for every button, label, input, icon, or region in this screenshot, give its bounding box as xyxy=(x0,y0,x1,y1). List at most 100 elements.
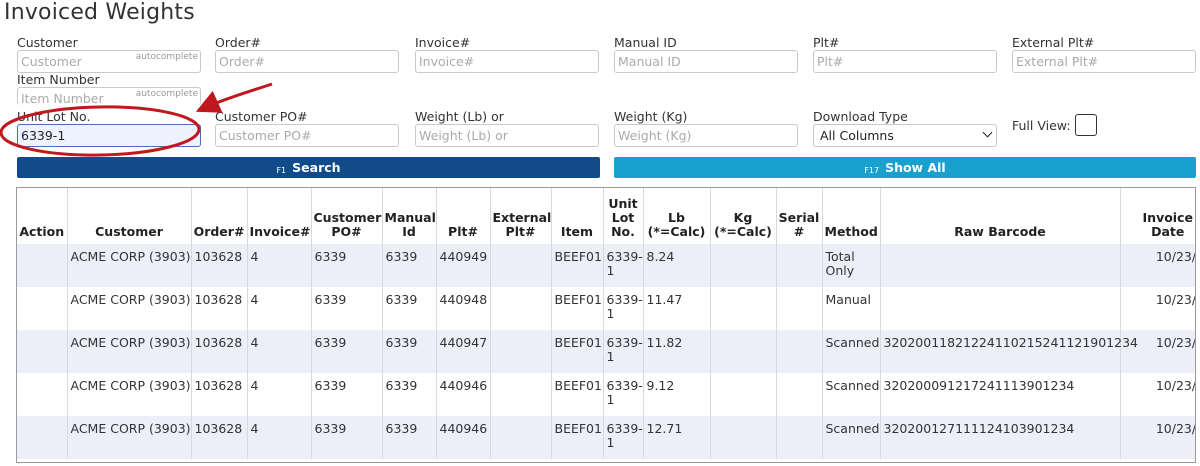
cell-unit-lot: 6339-1 xyxy=(602,287,643,330)
cell-customer: ACME CORP (3903) xyxy=(66,330,191,373)
search-button[interactable]: F1 Search xyxy=(17,157,600,178)
invoice-input[interactable]: Invoice# xyxy=(415,50,599,73)
cell-customer-po: 6339 xyxy=(310,373,382,416)
table-row[interactable]: ACME CORP (3903) 103628 4 6339 6339 4409… xyxy=(17,373,1195,416)
manual-id-input[interactable]: Manual ID xyxy=(614,50,798,73)
item-number-placeholder: Item Number xyxy=(21,91,104,105)
weight-lb-input[interactable]: Weight (Lb) or xyxy=(415,124,599,147)
col-action[interactable]: Action xyxy=(17,188,67,244)
cell-method: Scanned xyxy=(821,416,880,459)
manual-id-label: Manual ID xyxy=(614,35,677,50)
full-view-checkbox[interactable] xyxy=(1074,114,1097,136)
table-row[interactable]: ACME CORP (3903) 103628 4 6339 6339 4409… xyxy=(17,330,1195,373)
cell-item: BEEF01 xyxy=(550,373,603,416)
table-header-row: Action Customer Order# Invoice# Customer… xyxy=(17,188,1195,244)
cell-action[interactable] xyxy=(17,244,67,287)
plt-input[interactable]: Plt# xyxy=(813,50,997,73)
annotation-arrow-icon xyxy=(195,82,273,113)
cell-action[interactable] xyxy=(17,373,67,416)
cell-order: 103628 xyxy=(190,244,247,287)
autocomplete-tag: autocomplete xyxy=(135,89,198,99)
cell-action[interactable] xyxy=(17,416,67,459)
cell-customer-po: 6339 xyxy=(310,287,382,330)
col-item[interactable]: Item xyxy=(550,188,603,244)
cell-plt: 440946 xyxy=(435,373,490,416)
col-manual-id[interactable]: Manual Id xyxy=(381,188,436,244)
item-number-label: Item Number xyxy=(17,72,100,87)
order-label: Order# xyxy=(215,35,261,50)
cell-raw-barcode: 320200091217241113901234 xyxy=(879,373,1120,416)
cell-external-plt xyxy=(489,330,551,373)
item-number-input[interactable]: Item Number autocomplete xyxy=(17,87,201,105)
cell-plt: 440947 xyxy=(435,330,490,373)
results-table: Action Customer Order# Invoice# Customer… xyxy=(17,188,1195,459)
cell-invoice-date: 10/23/24 xyxy=(1119,287,1195,330)
weight-lb-label: Weight (Lb) or xyxy=(415,109,504,124)
external-plt-input[interactable]: External Plt# xyxy=(1012,50,1196,73)
cell-manual-id: 6339 xyxy=(381,244,436,287)
table-row[interactable]: ACME CORP (3903) 103628 4 6339 6339 4409… xyxy=(17,416,1195,459)
col-plt[interactable]: Plt# xyxy=(435,188,490,244)
customer-field: Customer Customer autocomplete xyxy=(17,35,201,73)
col-unit-lot[interactable]: Unit Lot No. xyxy=(602,188,643,244)
invoice-field: Invoice# Invoice# xyxy=(415,35,599,73)
cell-serial xyxy=(775,330,822,373)
cell-kg xyxy=(709,287,776,330)
col-customer[interactable]: Customer xyxy=(66,188,191,244)
unit-lot-field: Unit Lot No. 6339-1 xyxy=(17,109,201,147)
download-type-select[interactable]: All Columns xyxy=(813,124,997,147)
unit-lot-input[interactable]: 6339-1 xyxy=(17,124,201,147)
col-invoice-date[interactable]: Invoice Date xyxy=(1119,188,1195,244)
cell-kg xyxy=(709,373,776,416)
cell-invoice: 4 xyxy=(246,373,311,416)
cell-method: Manual xyxy=(821,287,880,330)
search-shortcut-key: F1 xyxy=(276,166,287,175)
cell-unit-lot: 6339-1 xyxy=(602,373,643,416)
customer-input[interactable]: Customer autocomplete xyxy=(17,50,201,73)
cell-kg xyxy=(709,416,776,459)
customer-po-placeholder: Customer PO# xyxy=(219,128,312,143)
customer-po-input[interactable]: Customer PO# xyxy=(215,124,399,147)
col-external-plt[interactable]: External Plt# xyxy=(489,188,551,244)
cell-item: BEEF01 xyxy=(550,287,603,330)
cell-invoice-date: 10/23/24 xyxy=(1119,416,1195,459)
cell-lb: 9.12 xyxy=(642,373,710,416)
item-number-field: Item Number Item Number autocomplete xyxy=(17,72,201,105)
col-serial[interactable]: Serial # xyxy=(775,188,822,244)
results-table-container: Action Customer Order# Invoice# Customer… xyxy=(16,187,1196,463)
cell-external-plt xyxy=(489,287,551,330)
col-invoice[interactable]: Invoice# xyxy=(246,188,311,244)
col-method[interactable]: Method xyxy=(821,188,880,244)
cell-unit-lot: 6339-1 xyxy=(602,416,643,459)
order-input[interactable]: Order# xyxy=(215,50,399,73)
cell-plt: 440949 xyxy=(435,244,490,287)
weight-kg-input[interactable]: Weight (Kg) xyxy=(614,124,798,147)
col-lb[interactable]: Lb (*=Calc) xyxy=(642,188,710,244)
cell-unit-lot: 6339-1 xyxy=(602,330,643,373)
cell-customer: ACME CORP (3903) xyxy=(66,373,191,416)
customer-po-label: Customer PO# xyxy=(215,109,308,124)
table-row[interactable]: ACME CORP (3903) 103628 4 6339 6339 4409… xyxy=(17,287,1195,330)
cell-order: 103628 xyxy=(190,330,247,373)
cell-serial xyxy=(775,373,822,416)
cell-action[interactable] xyxy=(17,330,67,373)
cell-unit-lot: 6339-1 xyxy=(602,244,643,287)
cell-invoice-date: 10/23/24 xyxy=(1119,244,1195,287)
cell-external-plt xyxy=(489,244,551,287)
col-order[interactable]: Order# xyxy=(190,188,247,244)
cell-action[interactable] xyxy=(17,287,67,330)
col-raw-barcode[interactable]: Raw Barcode xyxy=(879,188,1120,244)
cell-invoice: 4 xyxy=(246,244,311,287)
cell-serial xyxy=(775,416,822,459)
show-all-button-label: Show All xyxy=(885,160,946,175)
col-customer-po[interactable]: Customer PO# xyxy=(310,188,382,244)
weight-lb-field: Weight (Lb) or Weight (Lb) or xyxy=(415,109,599,147)
table-row[interactable]: ACME CORP (3903) 103628 4 6339 6339 4409… xyxy=(17,244,1195,287)
cell-lb: 8.24 xyxy=(642,244,710,287)
show-all-button[interactable]: F17 Show All xyxy=(614,157,1196,178)
weight-kg-placeholder: Weight (Kg) xyxy=(618,128,692,143)
unit-lot-value: 6339-1 xyxy=(21,128,66,143)
col-kg[interactable]: Kg (*=Calc) xyxy=(709,188,776,244)
cell-raw-barcode: 320200127111124103901234 xyxy=(879,416,1120,459)
cell-item: BEEF01 xyxy=(550,330,603,373)
